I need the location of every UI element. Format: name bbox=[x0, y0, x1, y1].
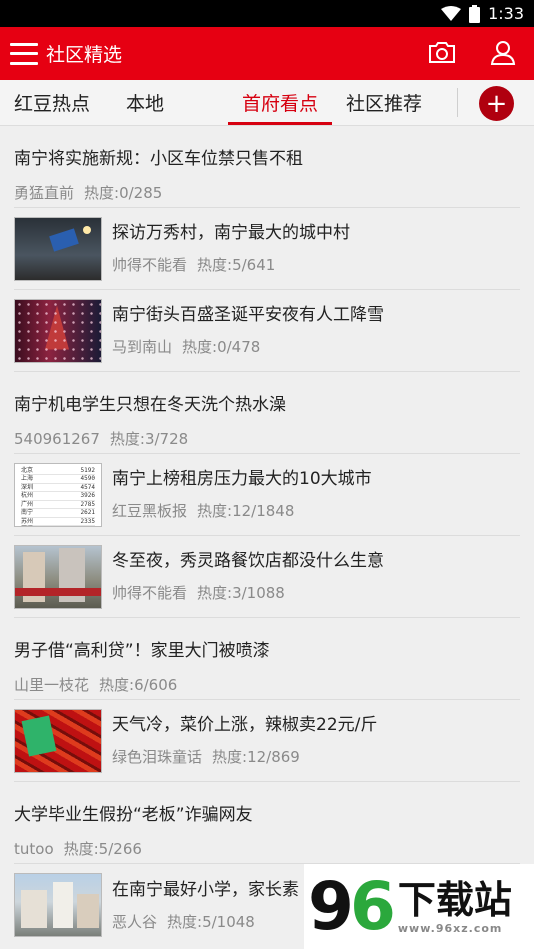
tab-bar: 红豆热点 本地 首府看点 社区推荐 + bbox=[0, 80, 534, 126]
post-author: 恶人谷 bbox=[112, 912, 158, 931]
tab-hot[interactable]: 红豆热点 bbox=[0, 80, 104, 125]
post-heat: 热度:5/641 bbox=[197, 256, 276, 274]
post-author: 绿色泪珠童话 bbox=[112, 748, 203, 766]
post-heat: 热度:3/1088 bbox=[197, 584, 285, 602]
list-item[interactable]: 男子借“高利贷”！家里大门被喷漆 山里一枝花 热度:6/606 bbox=[14, 618, 520, 700]
post-heat: 热度:0/478 bbox=[182, 338, 261, 356]
post-meta: 红豆黑板报 热度:12/1848 bbox=[112, 500, 372, 521]
post-title: 男子借“高利贷”！家里大门被喷漆 bbox=[14, 641, 270, 661]
post-author: tutoo bbox=[14, 840, 54, 858]
post-meta: tutoo 热度:5/266 bbox=[14, 838, 520, 859]
battery-icon bbox=[469, 4, 481, 23]
post-title: 南宁街头百盛圣诞平安夜有人工降雪 bbox=[112, 305, 384, 325]
post-author: 540961267 bbox=[14, 430, 100, 448]
post-thumbnail bbox=[14, 216, 102, 281]
wifi-icon bbox=[441, 5, 462, 22]
post-meta: 恶人谷 热度:5/1048 bbox=[112, 911, 299, 932]
post-title: 南宁机电学生只想在冬天洗个热水澡 bbox=[14, 395, 286, 415]
post-thumbnail: 北京 5192 上海 4590 深圳 4574 杭州 3926 广州 2785 南宁 262… bbox=[14, 462, 102, 527]
post-author: 马到南山 bbox=[112, 338, 173, 356]
tab-local[interactable]: 本地 bbox=[112, 80, 178, 125]
post-author: 勇猛直前 bbox=[14, 184, 75, 202]
post-author: 红豆黑板报 bbox=[112, 502, 188, 520]
post-title: 大学毕业生假扮“老板”诈骗网友 bbox=[14, 805, 253, 825]
list-item[interactable]: 南宁机电学生只想在冬天洗个热水澡 540961267 热度:3/728 bbox=[14, 372, 520, 454]
post-title: 冬至夜，秀灵路餐饮店都没什么生意 bbox=[112, 551, 384, 571]
post-heat: 热度:12/1848 bbox=[197, 502, 295, 520]
menu-icon[interactable] bbox=[10, 42, 38, 65]
list-item[interactable]: 冬至夜，秀灵路餐饮店都没什么生意 帅得不能看 热度:3/1088 bbox=[14, 536, 520, 618]
post-title: 探访万秀村，南宁最大的城中村 bbox=[112, 223, 350, 243]
post-heat: 热度:12/869 bbox=[212, 748, 300, 766]
post-heat: 热度:3/728 bbox=[109, 430, 189, 448]
status-bar: 1:33 bbox=[0, 0, 534, 27]
list-item[interactable]: 南宁将实施新规：小区车位禁只售不租 勇猛直前 热度:0/285 bbox=[14, 126, 520, 208]
post-title: 在南宁最好小学，家长素 bbox=[112, 879, 299, 900]
post-meta: 马到南山 热度:0/478 bbox=[112, 336, 384, 357]
user-icon[interactable] bbox=[490, 39, 516, 69]
post-meta: 勇猛直前 热度:0/285 bbox=[14, 182, 520, 203]
post-thumbnail bbox=[14, 544, 102, 609]
list-item[interactable]: 探访万秀村，南宁最大的城中村 帅得不能看 热度:5/641 bbox=[14, 208, 520, 290]
app-bar: 社区精选 bbox=[0, 27, 534, 80]
tab-community-recommend[interactable]: 社区推荐 bbox=[332, 80, 436, 125]
watermark-text: 下载站 bbox=[397, 878, 512, 922]
post-title: 天气冷，菜价上涨，辣椒卖22元/斤 bbox=[112, 715, 378, 735]
post-meta: 山里一枝花 热度:6/606 bbox=[14, 674, 520, 695]
post-heat: 热度:6/606 bbox=[99, 676, 178, 694]
post-meta: 帅得不能看 热度:3/1088 bbox=[112, 582, 384, 603]
post-list: 南宁将实施新规：小区车位禁只售不租 勇猛直前 热度:0/285 探访万秀村，南宁最… bbox=[0, 126, 534, 946]
post-thumbnail bbox=[14, 873, 102, 937]
post-thumbnail bbox=[14, 708, 102, 773]
post-title: 南宁将实施新规：小区车位禁只售不租 bbox=[14, 149, 303, 169]
list-item[interactable]: 天气冷，菜价上涨，辣椒卖22元/斤 绿色泪珠童话 热度:12/869 bbox=[14, 700, 520, 782]
post-meta: 绿色泪珠童话 热度:12/869 bbox=[112, 746, 377, 767]
post-author: 山里一枝花 bbox=[14, 676, 90, 694]
list-item[interactable]: 北京 5192 上海 4590 深圳 4574 杭州 3926 广州 2785 南宁 262… bbox=[14, 454, 520, 536]
tab-capital-highlights[interactable]: 首府看点 bbox=[228, 80, 333, 125]
post-meta: 帅得不能看 热度:5/641 bbox=[112, 254, 350, 275]
camera-icon[interactable] bbox=[428, 40, 456, 68]
post-title: 南宁上榜租房压力最大的10大城市 bbox=[112, 469, 372, 489]
post-author: 帅得不能看 bbox=[112, 584, 188, 602]
post-thumbnail bbox=[14, 298, 102, 363]
watermark-url: www.96xz.com bbox=[397, 922, 503, 935]
list-item[interactable]: 南宁街头百盛圣诞平安夜有人工降雪 马到南山 热度:0/478 bbox=[14, 290, 520, 372]
post-heat: 热度:5/266 bbox=[63, 840, 142, 858]
page-title: 社区精选 bbox=[46, 44, 123, 66]
post-heat: 热度:5/1048 bbox=[167, 912, 255, 931]
status-time: 1:33 bbox=[488, 4, 524, 23]
list-item[interactable]: 大学毕业生假扮“老板”诈骗网友 tutoo 热度:5/266 bbox=[14, 782, 520, 864]
add-tab-button[interactable]: + bbox=[479, 86, 514, 121]
post-heat: 热度:0/285 bbox=[84, 184, 163, 202]
watermark-number: 96 bbox=[308, 867, 396, 945]
post-author: 帅得不能看 bbox=[112, 256, 188, 274]
watermark-logo: 96 下载站 www.96xz.com bbox=[304, 864, 534, 949]
tab-divider bbox=[457, 88, 458, 117]
post-meta: 540961267 热度:3/728 bbox=[14, 428, 520, 449]
